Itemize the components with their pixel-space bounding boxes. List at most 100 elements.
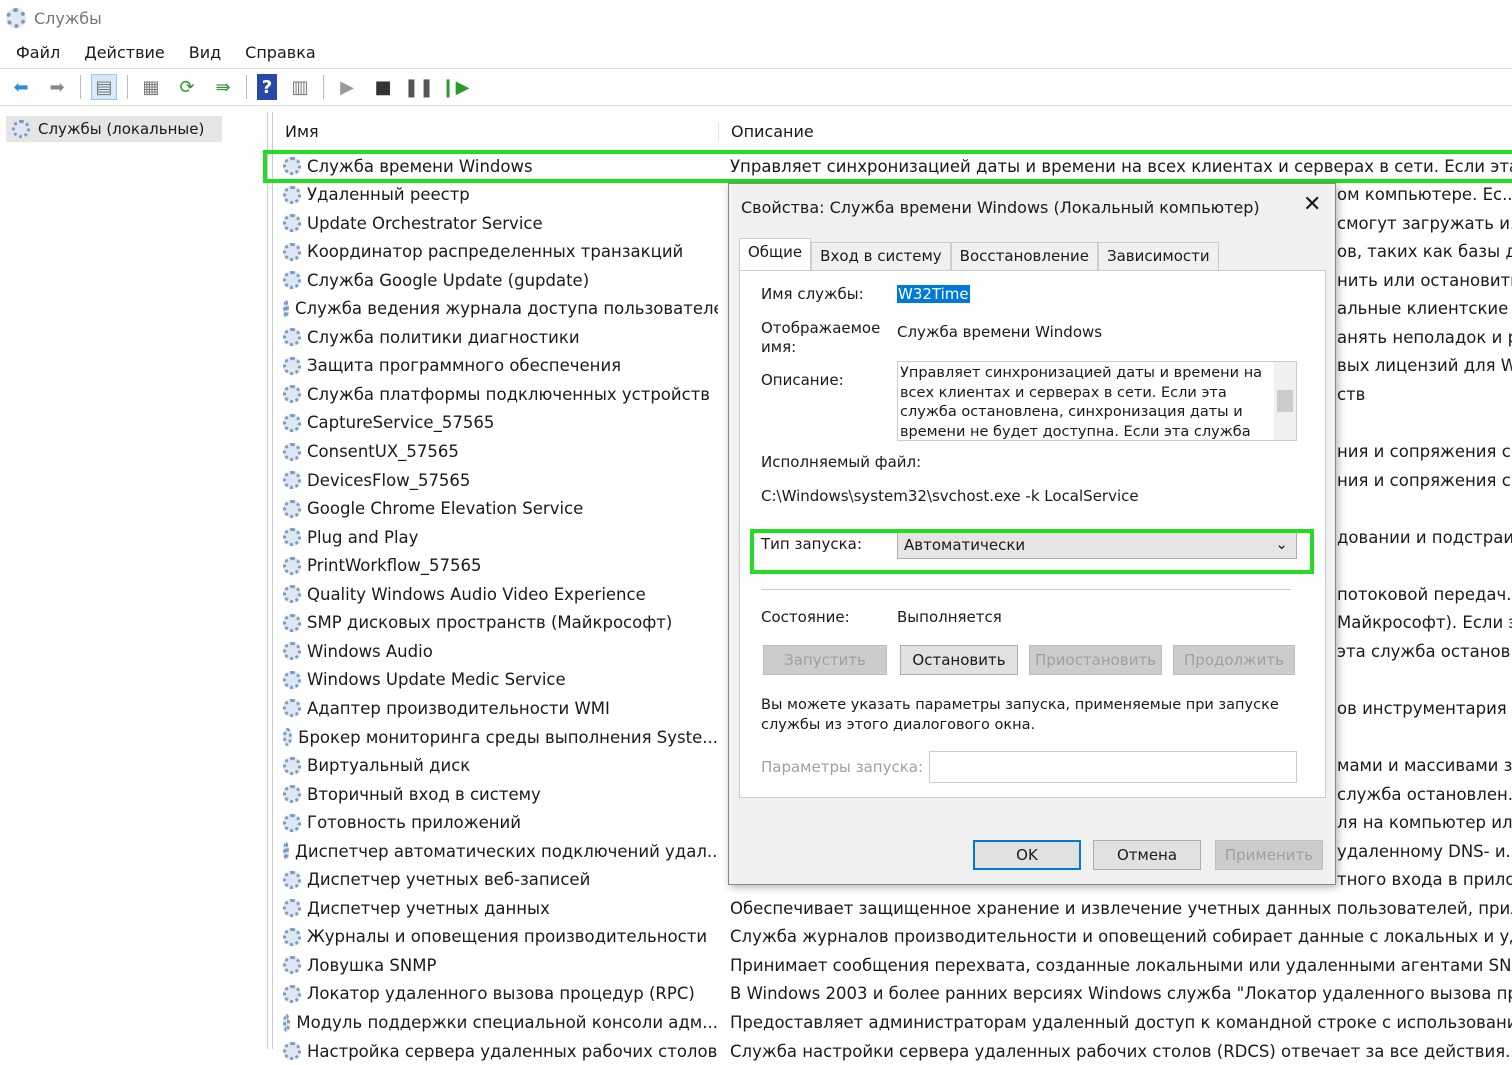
menu-action[interactable]: Действие xyxy=(84,43,165,62)
stop-icon[interactable]: ■ xyxy=(370,74,396,100)
service-gear-icon xyxy=(283,585,301,604)
service-name-value[interactable]: W32Time xyxy=(897,285,970,303)
table-row[interactable]: Диспетчер учетных данных Обеспечивает защ… xyxy=(273,894,1512,922)
window-title: Службы xyxy=(34,8,102,28)
service-gear-icon xyxy=(283,984,301,1003)
service-name: Удаленный реестр xyxy=(307,185,470,205)
services-gear-icon xyxy=(12,120,30,138)
service-name-cell: ConsentUX_57565 xyxy=(273,442,718,461)
properties-icon[interactable]: ▦ xyxy=(138,74,164,100)
start-button[interactable]: Запустить xyxy=(763,645,887,675)
service-name-cell: Ловушка SNMP xyxy=(273,956,718,975)
display-name-value[interactable]: Служба времени Windows xyxy=(897,323,1102,341)
service-name-cell: Update Orchestrator Service xyxy=(273,214,718,233)
service-gear-icon xyxy=(283,556,301,575)
service-gear-icon xyxy=(283,1042,301,1061)
close-icon[interactable]: ✕ xyxy=(1303,192,1321,217)
exe-value: C:\Windows\system32\svchost.exe -k Local… xyxy=(761,487,1139,505)
service-gear-icon xyxy=(283,242,301,261)
service-name-cell: Модуль поддержки специальной консоли адм… xyxy=(273,1013,718,1032)
table-row[interactable]: Журналы и оповещения производительности С… xyxy=(273,923,1512,951)
restart-icon[interactable]: ❙▶ xyxy=(441,74,470,100)
table-row[interactable]: Ловушка SNMP Принимает сообщения перехват… xyxy=(273,951,1512,979)
pause-button[interactable]: Приостановить xyxy=(1029,645,1162,675)
export-list-icon[interactable]: ⇛ xyxy=(210,74,236,100)
display-name-label: Отображаемое имя: xyxy=(761,319,881,356)
service-name-cell: Локатор удаленного вызова процедур (RPC) xyxy=(273,984,718,1003)
menu-bar: Файл Действие Вид Справка xyxy=(0,36,316,68)
service-description: Принимает сообщения перехвата, созданные… xyxy=(730,955,1512,975)
menu-help[interactable]: Справка xyxy=(245,43,316,62)
service-name: DevicesFlow_57565 xyxy=(307,470,471,490)
separator xyxy=(127,75,128,99)
description-text: Управляет синхронизацией даты и времени … xyxy=(900,365,1263,440)
pause-icon[interactable]: ❚❚ xyxy=(404,74,434,100)
service-name: Локатор удаленного вызова процедур (RPC) xyxy=(307,984,695,1004)
service-name: CaptureService_57565 xyxy=(307,413,495,433)
service-name-cell: Защита программного обеспечения xyxy=(273,356,718,375)
service-name-cell: Виртуальный диск xyxy=(273,756,718,775)
ok-button[interactable]: OK xyxy=(973,840,1081,870)
service-name: Модуль поддержки специальной консоли адм… xyxy=(296,1013,718,1032)
show-hide-tree-icon[interactable]: ▤ xyxy=(91,74,117,100)
toolbar: ⬅ ➡ ▤ ▦ ⟳ ⇛ ? ▥ ▶ ■ ❚❚ ❙▶ xyxy=(0,68,1512,106)
tab-general[interactable]: Общие xyxy=(739,238,812,270)
separator xyxy=(80,75,81,99)
menu-file[interactable]: Файл xyxy=(16,43,60,62)
refresh-icon[interactable]: ⟳ xyxy=(174,74,200,100)
exe-label: Исполняемый файл: xyxy=(761,453,922,471)
stop-button[interactable]: Остановить xyxy=(900,645,1018,675)
service-name-cell: DevicesFlow_57565 xyxy=(273,471,718,490)
description-box[interactable]: Управляет синхронизацией даты и времени … xyxy=(897,361,1297,441)
start-params-input[interactable] xyxy=(929,751,1297,783)
service-gear-icon xyxy=(283,471,301,490)
service-name-cell: Диспетчер автоматических подключений уда… xyxy=(273,842,718,861)
separator xyxy=(323,75,324,99)
service-name: Диспетчер учетных данных xyxy=(307,898,550,918)
service-name: Update Orchestrator Service xyxy=(307,213,543,233)
resume-button[interactable]: Продолжить xyxy=(1173,645,1295,675)
back-icon[interactable]: ⬅ xyxy=(8,74,34,100)
service-gear-icon xyxy=(283,214,301,233)
state-value: Выполняется xyxy=(897,608,1002,626)
service-name: ConsentUX_57565 xyxy=(307,442,459,461)
forward-icon[interactable]: ➡ xyxy=(44,74,70,100)
service-gear-icon xyxy=(283,299,289,318)
table-row[interactable]: Настройка сервера удаленных рабочих стол… xyxy=(273,1037,1512,1065)
service-name: Служба политики диагностики xyxy=(307,327,580,347)
table-row[interactable]: Модуль поддержки специальной консоли адм… xyxy=(273,1009,1512,1037)
menu-view[interactable]: Вид xyxy=(189,43,221,62)
service-name-cell: Служба Google Update (gupdate) xyxy=(273,271,718,290)
service-name: Диспетчер учетных веб-записей xyxy=(307,870,591,890)
service-name-cell: Windows Update Medic Service xyxy=(273,670,718,689)
service-gear-icon xyxy=(283,728,293,746)
service-name: Брокер мониторинга среды выполнения Syst… xyxy=(298,727,718,747)
tab-recovery[interactable]: Восстановление xyxy=(950,242,1098,270)
service-name: Windows Update Medic Service xyxy=(307,670,566,690)
column-header-description[interactable]: Описание xyxy=(718,122,814,141)
help-icon[interactable]: ? xyxy=(257,74,277,100)
service-gear-icon xyxy=(283,927,301,946)
service-name-cell: Готовность приложений xyxy=(273,813,718,832)
cancel-button[interactable]: Отмена xyxy=(1093,840,1201,870)
apply-button[interactable]: Применить xyxy=(1215,840,1323,870)
description-scrollbar[interactable] xyxy=(1274,362,1296,440)
console-view-icon[interactable]: ▥ xyxy=(287,74,313,100)
service-name: PrintWorkflow_57565 xyxy=(307,556,482,576)
service-gear-icon xyxy=(283,956,301,975)
tree-item-services-local[interactable]: Службы (локальные) xyxy=(6,116,222,142)
service-name-cell: Google Chrome Elevation Service xyxy=(273,499,718,518)
service-description: В Windows 2003 и более ранних версиях Wi… xyxy=(730,984,1512,1004)
service-name-cell: Вторичный вход в систему xyxy=(273,785,718,804)
start-icon[interactable]: ▶ xyxy=(334,74,360,100)
table-row[interactable]: Локатор удаленного вызова процедур (RPC)… xyxy=(273,980,1512,1008)
service-name-cell: Quality Windows Audio Video Experience xyxy=(273,585,718,604)
tab-dependencies[interactable]: Зависимости xyxy=(1098,242,1219,270)
service-gear-icon xyxy=(283,1013,291,1032)
service-gear-icon xyxy=(283,785,301,804)
tab-logon[interactable]: Вход в систему xyxy=(811,242,951,270)
list-header: Имя Описание xyxy=(273,112,1512,152)
service-gear-icon xyxy=(283,899,301,918)
service-gear-icon xyxy=(283,356,301,375)
column-header-name[interactable]: Имя xyxy=(273,122,718,141)
